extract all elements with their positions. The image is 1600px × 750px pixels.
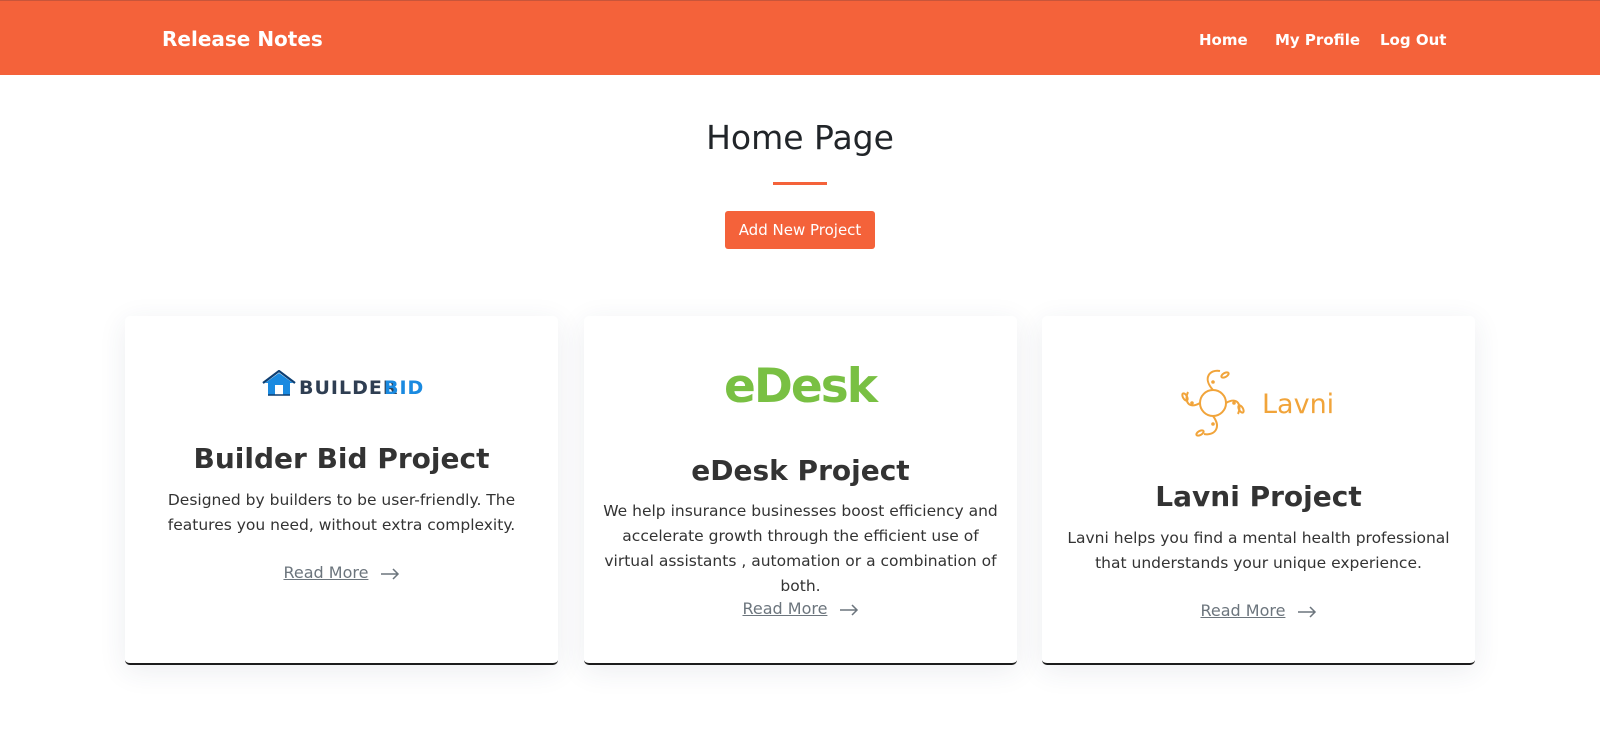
arrow-right-icon <box>1297 605 1316 618</box>
logo-word-lavni: Lavni <box>1262 389 1334 420</box>
logo-word-bid: BID <box>384 377 424 399</box>
arrow-right-icon <box>839 603 858 616</box>
add-new-project-button[interactable]: Add New Project <box>725 211 875 249</box>
nav-my-profile[interactable]: My Profile <box>1275 31 1360 49</box>
project-card-builder-bid: BUILDER BID Builder Bid Project Designed… <box>125 316 558 665</box>
card-title: Lavni Project <box>1155 480 1362 513</box>
read-more-link[interactable]: Read More <box>125 563 558 582</box>
brand-link[interactable]: Release Notes <box>162 27 323 51</box>
card-title: eDesk Project <box>691 454 910 487</box>
card-description: Lavni helps you find a mental health pro… <box>1067 529 1450 572</box>
card-title: Builder Bid Project <box>193 442 490 475</box>
lavni-logo: Lavni <box>1042 366 1475 440</box>
card-description: Designed by builders to be user-friendly… <box>167 491 516 534</box>
edesk-logo: eDesk <box>584 356 1017 414</box>
nav-log-out[interactable]: Log Out <box>1380 31 1446 49</box>
project-card-edesk: eDesk eDesk Project We help insurance bu… <box>584 316 1017 665</box>
page-title: Home Page <box>706 118 894 157</box>
title-divider <box>773 182 827 185</box>
top-navbar: Release Notes Home My Profile Log Out <box>0 0 1600 75</box>
logo-word-edesk: eDesk <box>724 359 880 412</box>
project-card-lavni: Lavni Lavni Project Lavni helps you find… <box>1042 316 1475 665</box>
builderbid-logo: BUILDER BID <box>125 369 558 400</box>
arrow-right-icon <box>380 567 399 580</box>
read-more-link[interactable]: Read More <box>1042 601 1475 620</box>
house-logo-icon <box>262 369 296 396</box>
card-description: We help insurance businesses boost effic… <box>603 502 998 595</box>
nav-home[interactable]: Home <box>1199 31 1248 49</box>
read-more-link[interactable]: Read More <box>584 599 1017 618</box>
